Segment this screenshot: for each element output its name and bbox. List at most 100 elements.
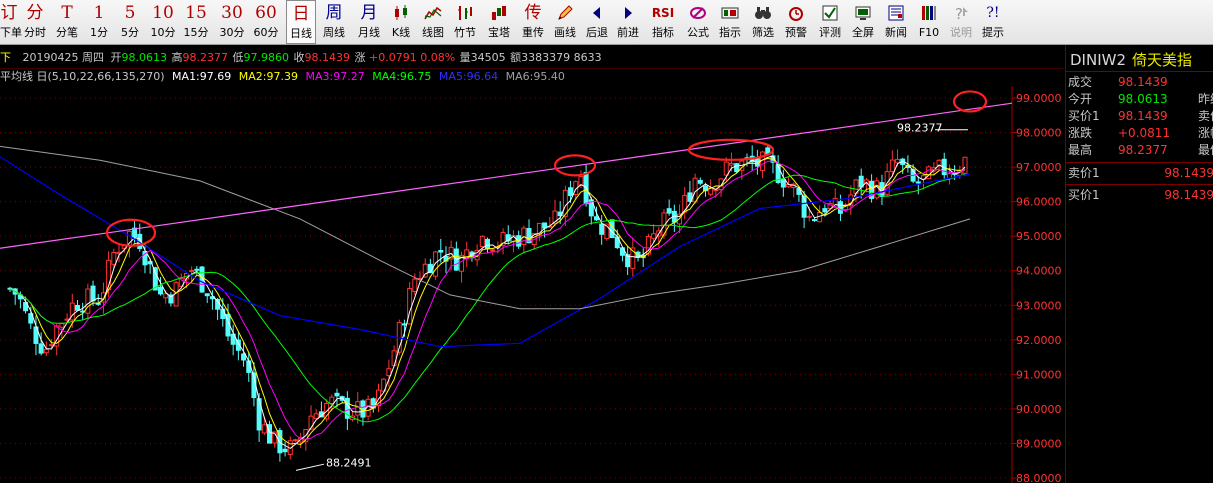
candle-body bbox=[599, 223, 605, 235]
y-tick-label: 91.0000 bbox=[1016, 368, 1062, 381]
high-annotation: 98.2377 bbox=[897, 122, 943, 135]
y-tick-label: 93.0000 bbox=[1016, 299, 1062, 312]
toolbar-button-12[interactable]: K线 bbox=[386, 0, 416, 44]
panel-row-extra: 涨幅 bbox=[1198, 126, 1213, 140]
candle-body bbox=[282, 448, 288, 453]
toolbar-glyph: 订 bbox=[0, 3, 18, 23]
toolbar-button-18[interactable]: 后退 bbox=[583, 0, 611, 44]
toolbar-glyph: 分 bbox=[26, 3, 44, 23]
toolbar-glyph: 15 bbox=[185, 3, 207, 23]
panel-row-label: 最高 bbox=[1068, 143, 1093, 157]
toolbar-glyph: 日 bbox=[292, 4, 310, 24]
toolbar-label: 线图 bbox=[422, 26, 444, 39]
toolbar-label: 下单 bbox=[0, 26, 22, 39]
toolbar-button-14[interactable]: 竹节 bbox=[450, 0, 480, 44]
open-label: 开 bbox=[110, 51, 122, 64]
panel-row-extra: 最低 bbox=[1198, 143, 1213, 157]
toolbar-label: 日线 bbox=[290, 27, 312, 40]
buy1-value: 98.1439 bbox=[1164, 188, 1213, 202]
toolbar-label: 指示 bbox=[719, 26, 741, 39]
close-label: 收 bbox=[293, 51, 305, 64]
toolbar-button-20[interactable]: RSI 指标 bbox=[648, 0, 678, 44]
toolbar-button-3[interactable]: 1 1分 bbox=[85, 0, 113, 44]
toolbar-label: 15分 bbox=[183, 26, 209, 39]
panel-row-value: 98.2377 bbox=[1118, 143, 1168, 157]
toolbar-button-9[interactable]: 日日线 bbox=[286, 0, 316, 44]
toolbar-button-25[interactable]: 评测 bbox=[815, 0, 845, 44]
toolbar-button-1[interactable]: 分分时 bbox=[20, 0, 50, 44]
y-tick-label: 88.0000 bbox=[1016, 472, 1062, 483]
toolbar-glyph: 传 bbox=[524, 3, 542, 23]
toolbar-button-0[interactable]: 订下单 bbox=[0, 0, 22, 44]
panel-row-value: 98.1439 bbox=[1118, 75, 1168, 89]
candle-body bbox=[889, 159, 895, 173]
info-weekday: 周四 bbox=[82, 51, 104, 64]
fullscreen-icon bbox=[855, 6, 871, 20]
toolbar-button-8[interactable]: 60 60分 bbox=[250, 0, 282, 44]
candle-body bbox=[49, 344, 55, 347]
toolbar-label: 5分 bbox=[121, 26, 139, 39]
toolbar-button-6[interactable]: 15 15分 bbox=[180, 0, 212, 44]
toolbar-button-16[interactable]: 传重传 bbox=[518, 0, 548, 44]
toolbar-glyph: 周 bbox=[325, 3, 343, 23]
amount-value: 3383379 bbox=[521, 51, 571, 64]
buy1-row: 买价1 98.1439 bbox=[1068, 187, 1213, 204]
toolbar-button-23[interactable]: 筛选 bbox=[748, 0, 778, 44]
ma-title: 平均线 日(5,10,22,66,135,270) bbox=[0, 70, 165, 83]
change-label: 涨 bbox=[354, 51, 366, 64]
panel-divider bbox=[1066, 162, 1213, 163]
ma-legend: 平均线 日(5,10,22,66,135,270) MA1:97.69 MA2:… bbox=[0, 69, 1064, 84]
toolbar-button-28[interactable]: F10 bbox=[915, 0, 943, 44]
toolbar-button-17[interactable]: 画线 bbox=[550, 0, 580, 44]
candle-body bbox=[261, 424, 267, 434]
panel-row-label: 今开 bbox=[1068, 92, 1093, 106]
candle-body bbox=[329, 396, 335, 405]
toolbar-button-27[interactable]: 新闻 bbox=[880, 0, 912, 44]
candle-body bbox=[666, 208, 672, 214]
candle-body bbox=[85, 288, 91, 314]
candle-body bbox=[401, 323, 407, 326]
toolbar-button-5[interactable]: 10 10分 bbox=[148, 0, 178, 44]
toolbar-button-15[interactable]: 宝塔 bbox=[483, 0, 515, 44]
toolbar-button-26[interactable]: 全屏 bbox=[848, 0, 878, 44]
toolbar-button-22[interactable]: 指示 bbox=[715, 0, 745, 44]
y-tick-label: 94.0000 bbox=[1016, 265, 1062, 278]
high-label: 高 bbox=[171, 51, 183, 64]
kline-chart[interactable]: 99.0000 98.0000 97.0000 96.0000 95.0000 94.00… bbox=[0, 86, 1064, 483]
amount-label: 额 bbox=[510, 51, 522, 64]
candle-body bbox=[651, 233, 657, 239]
toolbar-button-2[interactable]: T 分笔 bbox=[52, 0, 82, 44]
pencil-icon bbox=[558, 5, 573, 20]
candle-body bbox=[292, 439, 298, 442]
info-date: 20190425 bbox=[22, 51, 79, 64]
candle-body bbox=[158, 286, 164, 295]
toolbar-label: 前进 bbox=[617, 26, 639, 39]
panel-divider bbox=[1066, 184, 1213, 185]
toolbar-button-29[interactable]: ? 说明 bbox=[946, 0, 976, 44]
help-icon: ? bbox=[955, 5, 968, 22]
toolbar-label: 1分 bbox=[90, 26, 108, 39]
ma4-legend: MA4:96.75 bbox=[372, 70, 432, 83]
indicator-icon bbox=[721, 7, 739, 19]
volume-label: 量 bbox=[459, 51, 471, 64]
candle-body bbox=[313, 413, 319, 420]
ma1-legend: MA1:97.69 bbox=[172, 70, 232, 83]
toolbar-button-10[interactable]: 周周线 bbox=[318, 0, 350, 44]
toolbar-button-11[interactable]: 月月线 bbox=[353, 0, 385, 44]
toolbar-button-4[interactable]: 5 5分 bbox=[116, 0, 144, 44]
toolbar-button-24[interactable]: 预警 bbox=[781, 0, 811, 44]
toolbar-button-19[interactable]: 前进 bbox=[612, 0, 644, 44]
candle-body bbox=[74, 304, 80, 311]
formula-icon bbox=[690, 7, 706, 19]
candle-body bbox=[593, 216, 599, 221]
buy1-label: 买价1 bbox=[1068, 188, 1100, 202]
panel-row: 成交 98.1439 bbox=[1068, 74, 1213, 91]
panel-row-value: +0.0811 bbox=[1118, 126, 1171, 140]
panel-row: 最高 98.2377 最低 bbox=[1068, 142, 1213, 159]
toolbar-button-7[interactable]: 30 30分 bbox=[216, 0, 248, 44]
chart-background bbox=[0, 86, 1064, 483]
toolbar-button-21[interactable]: 公式 bbox=[683, 0, 713, 44]
panel-row-label: 涨跌 bbox=[1068, 126, 1093, 140]
toolbar-button-30[interactable]: ?! 提示 bbox=[978, 0, 1008, 44]
toolbar-button-13[interactable]: 线图 bbox=[418, 0, 448, 44]
